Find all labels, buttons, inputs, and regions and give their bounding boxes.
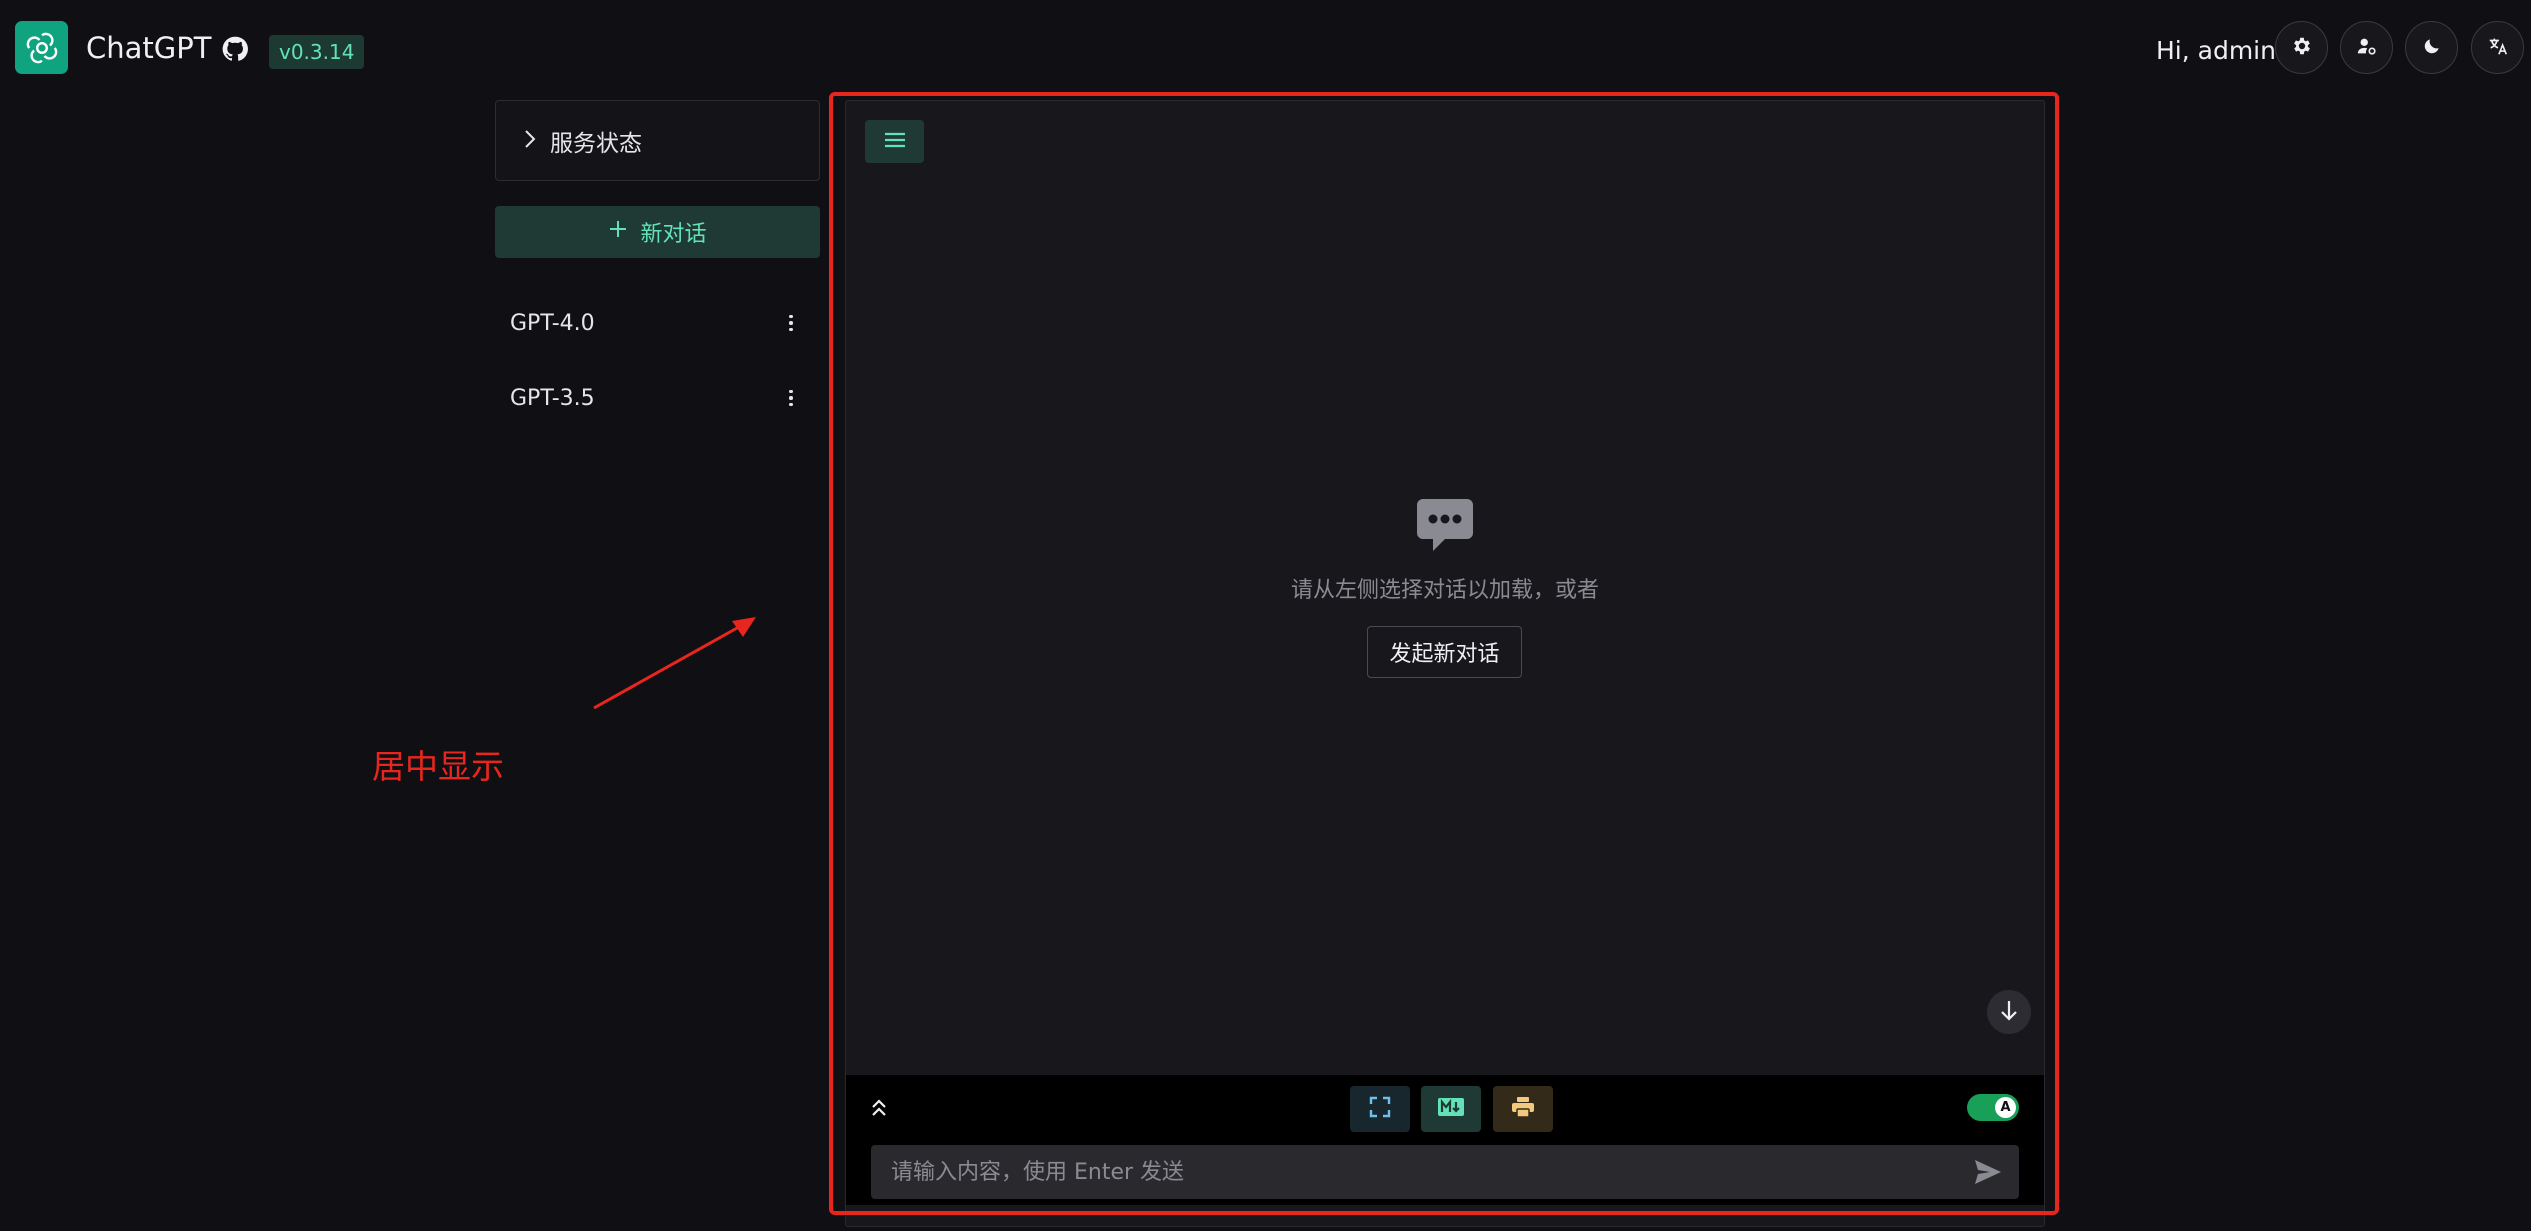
new-chat-button[interactable]: 新对话 (495, 206, 820, 258)
annotation-text: 居中显示 (372, 747, 504, 786)
chat-bubble-icon (1415, 497, 1475, 555)
markdown-button[interactable] (1421, 1086, 1481, 1132)
collapse-up-icon[interactable] (870, 1098, 888, 1118)
printer-icon (1511, 1096, 1535, 1122)
message-input[interactable] (871, 1145, 1951, 1199)
service-status-label: 服务状态 (550, 130, 642, 157)
menu-icon (884, 132, 906, 152)
auto-mode-toggle[interactable]: A (1967, 1094, 2019, 1121)
new-chat-label: 新对话 (640, 222, 707, 247)
scroll-to-bottom-button[interactable] (1987, 990, 2031, 1034)
moon-icon (2422, 36, 2442, 60)
chat-item-gpt35[interactable]: GPT-3.5 (495, 368, 820, 428)
chat-item-gpt4[interactable]: GPT-4.0 (495, 293, 820, 353)
arrow-down-icon (1999, 999, 2019, 1025)
more-options-icon[interactable] (784, 387, 798, 409)
language-button[interactable] (2471, 21, 2524, 74)
markdown-icon (1437, 1097, 1465, 1121)
fullscreen-icon (1369, 1096, 1391, 1122)
more-options-icon[interactable] (784, 312, 798, 334)
annotation-arrow (593, 617, 756, 710)
print-button[interactable] (1493, 1086, 1553, 1132)
app-title: ChatGPT (86, 31, 212, 65)
chat-item-name: GPT-3.5 (510, 385, 595, 411)
theme-toggle-button[interactable] (2405, 21, 2458, 74)
github-icon[interactable] (221, 35, 249, 63)
start-new-chat-button[interactable]: 发起新对话 (1367, 626, 1522, 678)
sidebar-toggle-button[interactable] (865, 120, 924, 163)
chevron-right-icon (524, 129, 536, 153)
version-badge: v0.3.14 (269, 35, 365, 69)
service-status-collapse[interactable]: 服务状态 (495, 100, 820, 181)
send-icon[interactable] (1973, 1158, 2003, 1186)
settings-button[interactable] (2275, 21, 2328, 74)
plus-icon (608, 219, 628, 245)
toggle-knob-label: A (1995, 1097, 2016, 1118)
user-settings-icon (2356, 35, 2378, 61)
gear-icon (2291, 35, 2313, 61)
message-input-wrapper (871, 1145, 2019, 1199)
empty-state-text: 请从左侧选择对话以加载，或者 (1290, 578, 1599, 603)
user-greeting: Hi, admin (2156, 36, 2276, 65)
chat-item-name: GPT-4.0 (510, 310, 595, 336)
translate-icon (2487, 35, 2509, 61)
chatgpt-logo-icon (15, 21, 68, 74)
fullscreen-button[interactable] (1350, 1086, 1410, 1132)
user-settings-button[interactable] (2340, 21, 2393, 74)
